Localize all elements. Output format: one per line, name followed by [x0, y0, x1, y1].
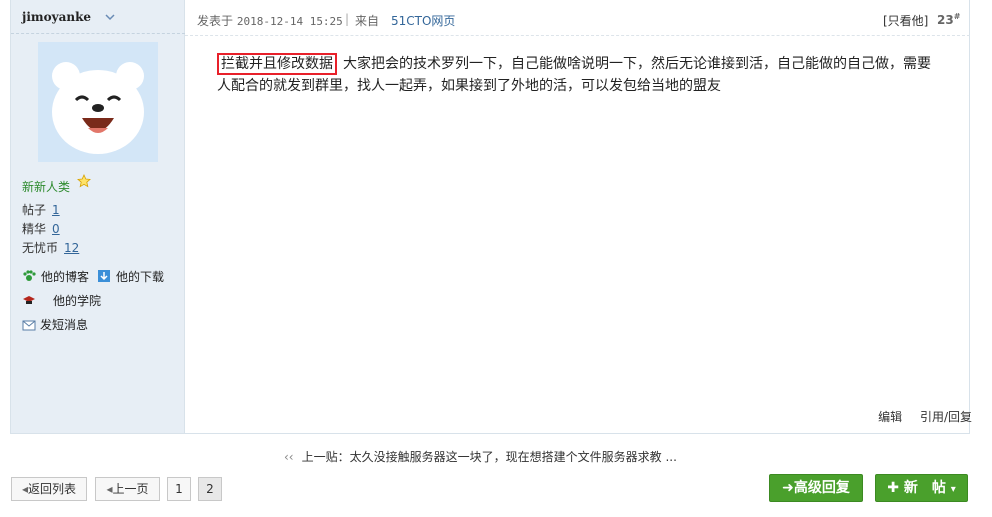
star-icon: [77, 174, 91, 188]
his-academy-link[interactable]: 他的学院: [53, 292, 101, 309]
from-label: 来自: [355, 14, 380, 28]
author-sidebar: jimoyanke 新新人类 帖子 1 精华 0 无忧币 12 他的博客 他的下…: [11, 0, 185, 433]
arrow-right-icon: ➜: [782, 480, 794, 496]
stat-posts-value[interactable]: 1: [52, 203, 60, 217]
page-2-button[interactable]: 2: [198, 477, 222, 501]
post-actions: 编辑 引用/回复: [864, 408, 972, 425]
plus-icon: ✚: [887, 480, 899, 496]
prev-thread-label: 上一贴：: [301, 450, 350, 464]
his-downloads-link[interactable]: 他的下载: [116, 268, 164, 285]
previous-thread: ‹‹ 上一贴：太久没接触服务器这一块了，现在想搭建个文件服务器求教 ...: [284, 448, 677, 465]
edit-button[interactable]: 编辑: [878, 410, 902, 424]
stat-coins-value[interactable]: 12: [64, 241, 79, 255]
header-separator: |: [345, 12, 350, 26]
highlighted-phrase: 拦截并且修改数据: [217, 53, 337, 75]
only-view-author-link[interactable]: [只看他]: [883, 12, 928, 29]
back-to-list-button[interactable]: ◂返回列表: [11, 477, 87, 501]
posted-time: 发表于 2018-12-14 15:25: [197, 14, 343, 28]
advanced-reply-button[interactable]: ➜高级回复: [769, 474, 863, 502]
envelope-icon: [22, 320, 36, 331]
new-post-button[interactable]: ✚ 新 帖 ▾: [875, 474, 968, 502]
author-header: jimoyanke: [11, 0, 185, 34]
prev-arrows-icon: ‹‹: [284, 450, 294, 464]
post-line-2: 人配合的就发到群里，找人一起弄，如果接到了外地的活，可以发包给当地的盟友: [217, 78, 721, 94]
floor-number[interactable]: 23#: [937, 12, 960, 27]
stat-digest-value[interactable]: 0: [52, 222, 60, 236]
avatar[interactable]: [38, 42, 158, 162]
post-content: 拦截并且修改数据 大家把会的技术罗列一下，自己能做啥说明一下，然后无论谁接到活，自…: [217, 53, 947, 97]
download-icon: [98, 270, 110, 282]
from-source-link[interactable]: 51CTO网页: [391, 12, 455, 29]
send-message-link[interactable]: 发短消息: [40, 316, 88, 333]
prev-thread-link[interactable]: 太久没接触服务器这一块了，现在想搭建个文件服务器求教 ...: [350, 450, 677, 464]
his-blog-link[interactable]: 他的博客: [41, 268, 89, 285]
stat-coins: 无忧币 12: [22, 241, 80, 255]
post-date: 2018-12-14 15:25: [236, 15, 343, 28]
post-header: 发表于 2018-12-14 15:25 | 来自 51CTO网页 [只看他] …: [185, 0, 970, 36]
user-group[interactable]: 新新人类: [22, 178, 70, 195]
stat-digest: 精华 0: [22, 222, 60, 236]
paw-icon: [23, 270, 36, 281]
author-name[interactable]: jimoyanke: [22, 10, 91, 24]
caret-down-icon: ▾: [950, 484, 956, 495]
page-1-button[interactable]: 1: [167, 477, 191, 501]
quote-reply-button[interactable]: 引用/回复: [920, 410, 972, 424]
stat-posts: 帖子 1: [22, 203, 60, 217]
post-line-1: 大家把会的技术罗列一下，自己能做啥说明一下，然后无论谁接到活，自己能做的自己做，…: [343, 56, 931, 72]
prev-page-button[interactable]: ◂上一页: [95, 477, 160, 501]
bear-avatar-icon: [38, 42, 158, 162]
graduation-cap-icon: [23, 296, 35, 304]
chevron-down-icon[interactable]: [105, 13, 115, 21]
